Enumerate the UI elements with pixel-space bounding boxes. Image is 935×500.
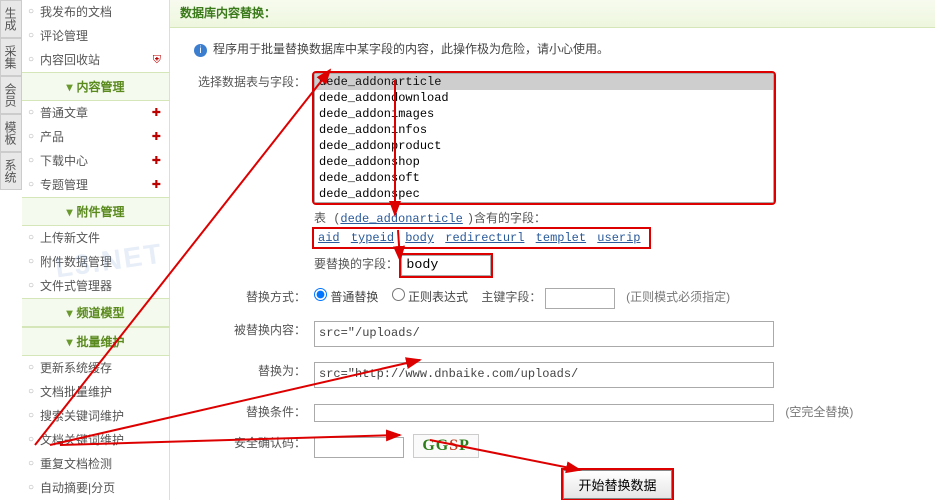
table-option[interactable]: dede_addonsoft [315, 170, 773, 186]
plus-icon: ✚ [152, 105, 161, 121]
main-field-input[interactable] [545, 288, 615, 309]
replace-to-textarea[interactable] [314, 362, 774, 388]
sidebar-item-topic[interactable]: 专题管理✚ [22, 173, 169, 197]
table-option[interactable]: dede_addonproduct [315, 138, 773, 154]
plus-icon: ✚ [152, 129, 161, 145]
sidebar-item-search-kw[interactable]: 搜索关键词维护 [22, 404, 169, 428]
field-link[interactable]: userip [597, 231, 640, 245]
plus-icon: ✚ [152, 177, 161, 193]
sidebar-item-product[interactable]: 产品✚ [22, 125, 169, 149]
plus-icon: ✚ [152, 153, 161, 169]
vtab-generate[interactable]: 生成 [0, 0, 22, 38]
info-icon: i [194, 44, 207, 57]
fields-line: 表 (dede_addonarticle)含有的字段： [314, 209, 921, 226]
sidebar-group-attach[interactable]: ▾附件管理 [22, 197, 169, 226]
vertical-tab-bar: 生成 采集 会员 模板 系统 [0, 0, 22, 190]
captcha-input[interactable] [314, 437, 404, 458]
field-link[interactable]: aid [318, 231, 340, 245]
sidebar-item-doc-batch[interactable]: 文档批量维护 [22, 380, 169, 404]
main-panel: 数据库内容替换： i程序用于批量替换数据库中某字段的内容，此操作极为危险，请小心… [170, 0, 935, 500]
condition-hint: (空完全替换) [785, 405, 853, 419]
table-option[interactable]: dede_addonshop [315, 154, 773, 170]
warning-text: i程序用于批量替换数据库中某字段的内容，此操作极为危险，请小心使用。 [180, 36, 925, 67]
page-title: 数据库内容替换： [170, 0, 935, 28]
radio-normal[interactable] [314, 288, 327, 301]
table-option[interactable]: dede_admin [315, 202, 773, 203]
sidebar-item-comments[interactable]: 评论管理 [22, 24, 169, 48]
captcha-image[interactable]: GGSP [413, 434, 479, 458]
table-option[interactable]: dede_addonspec [315, 186, 773, 202]
sidebar-item-cache[interactable]: 更新系统缓存 [22, 356, 169, 380]
fields-list: aid typeid body redirecturl templet user… [314, 229, 649, 247]
table-option[interactable]: dede_addoninfos [315, 122, 773, 138]
sidebar: 我发布的文档 评论管理 内容回收站⛨ ▾内容管理 普通文章✚ 产品✚ 下载中心✚… [22, 0, 170, 500]
sidebar-item-recycle[interactable]: 内容回收站⛨ [22, 48, 169, 72]
field-link[interactable]: templet [536, 231, 586, 245]
selected-table-name[interactable]: dede_addonarticle [340, 212, 462, 226]
vtab-system[interactable]: 系统 [0, 152, 22, 190]
sidebar-item-dup[interactable]: 重复文档检测 [22, 452, 169, 476]
label-captcha: 安全确认码： [180, 428, 310, 464]
table-select[interactable]: dede_addonarticledede_addondownloaddede_… [314, 73, 774, 203]
sidebar-group-batch[interactable]: ▾批量维护 [22, 327, 169, 356]
table-option[interactable]: dede_addonimages [315, 106, 773, 122]
radio-regex-label[interactable]: 正则表达式 [392, 290, 468, 304]
label-field-to-replace: 要替换的字段： [314, 257, 398, 271]
radio-regex[interactable] [392, 288, 405, 301]
field-link[interactable]: redirecturl [445, 231, 524, 245]
submit-button[interactable]: 开始替换数据 [563, 470, 671, 499]
field-input[interactable] [401, 255, 491, 276]
replace-from-textarea[interactable] [314, 321, 774, 347]
condition-input[interactable] [314, 404, 774, 422]
sidebar-item-file-manager[interactable]: 文件式管理器 [22, 274, 169, 298]
chevron-down-icon: ▾ [66, 205, 72, 219]
chevron-down-icon: ▾ [66, 306, 72, 320]
regex-hint: (正则模式必须指定) [626, 290, 730, 304]
vtab-collect[interactable]: 采集 [0, 38, 22, 76]
sidebar-item-download[interactable]: 下载中心✚ [22, 149, 169, 173]
vtab-member[interactable]: 会员 [0, 76, 22, 114]
sidebar-item-mydocs[interactable]: 我发布的文档 [22, 0, 169, 24]
label-from: 被替换内容： [180, 315, 310, 356]
sidebar-group-channel[interactable]: ▾频道模型 [22, 298, 169, 327]
sidebar-group-content[interactable]: ▾内容管理 [22, 72, 169, 101]
label-main-field: 主键字段： [481, 290, 541, 304]
table-option[interactable]: dede_addonarticle [315, 74, 773, 90]
sidebar-item-attach-data[interactable]: 附件数据管理 [22, 250, 169, 274]
sidebar-item-upload[interactable]: 上传新文件 [22, 226, 169, 250]
sidebar-item-summary[interactable]: 自动摘要|分页 [22, 476, 169, 500]
chevron-down-icon: ▾ [66, 80, 72, 94]
table-option[interactable]: dede_addondownload [315, 90, 773, 106]
vtab-template[interactable]: 模板 [0, 114, 22, 152]
label-condition: 替换条件： [180, 397, 310, 428]
label-select-table: 选择数据表与字段： [180, 67, 310, 282]
field-link[interactable]: typeid [351, 231, 394, 245]
label-mode: 替换方式： [180, 282, 310, 315]
radio-normal-label[interactable]: 普通替换 [314, 290, 378, 304]
sidebar-item-doc-kw[interactable]: 文档关键词维护 [22, 428, 169, 452]
field-link[interactable]: body [405, 231, 434, 245]
sidebar-item-article[interactable]: 普通文章✚ [22, 101, 169, 125]
chevron-down-icon: ▾ [66, 335, 72, 349]
label-to: 替换为： [180, 356, 310, 397]
shield-icon: ⛨ [153, 52, 161, 68]
